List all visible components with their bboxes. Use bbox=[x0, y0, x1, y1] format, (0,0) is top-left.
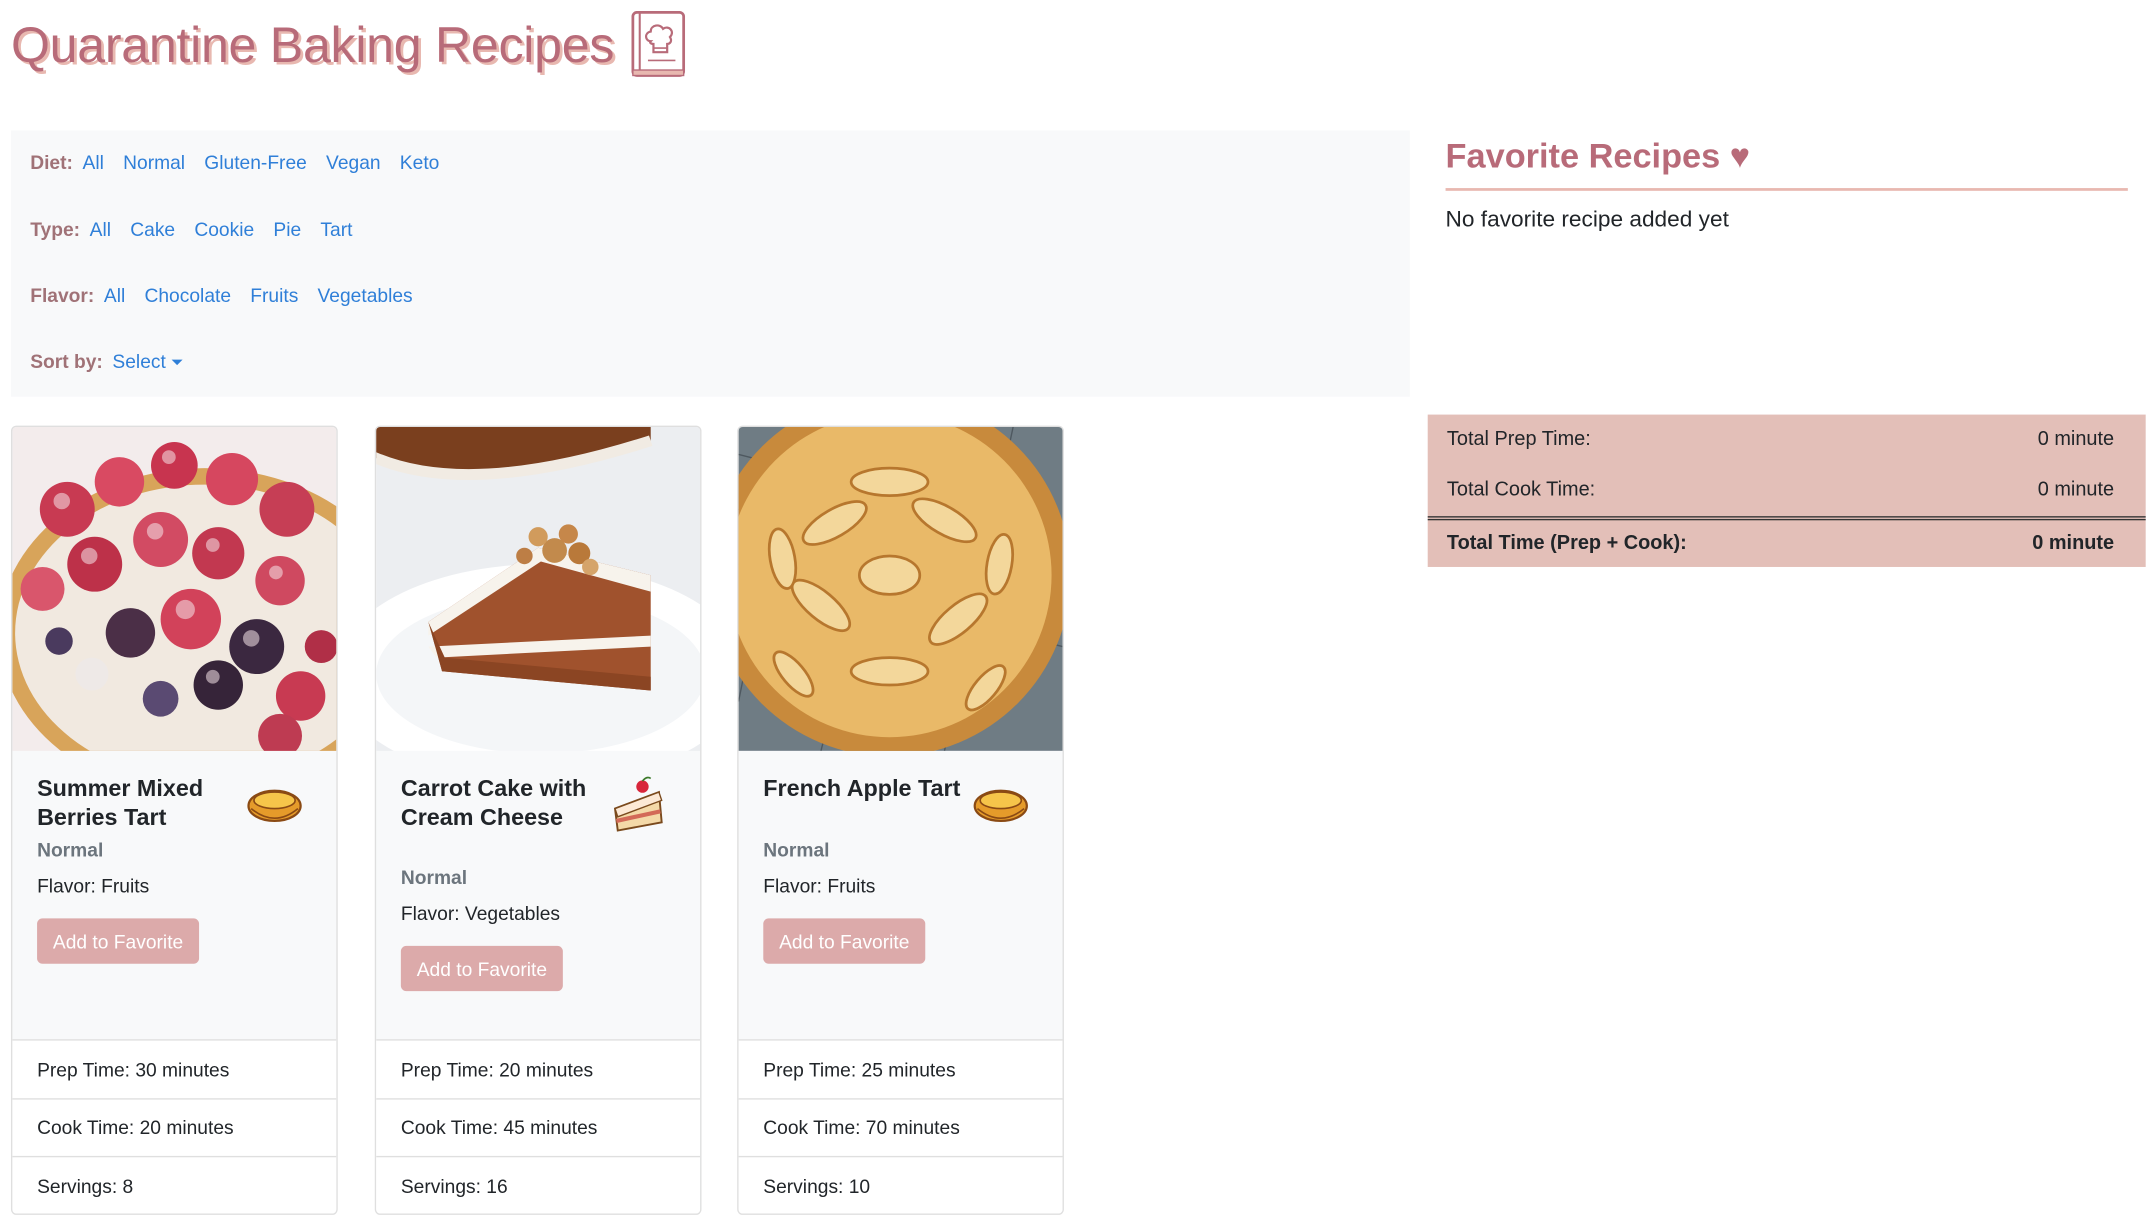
tart-icon bbox=[247, 789, 302, 823]
type-option-cake[interactable]: Cake bbox=[130, 218, 175, 240]
type-option-all[interactable]: All bbox=[90, 218, 111, 240]
recipe-diet: Normal bbox=[763, 838, 830, 861]
diet-filter: Diet: All Normal Gluten-Free Vegan Keto bbox=[30, 151, 458, 173]
add-to-favorite-button[interactable]: Add to Favorite bbox=[400, 945, 563, 992]
app-title-text: Quarantine Baking Recipes bbox=[10, 16, 615, 73]
type-filter-label: Type: bbox=[30, 218, 81, 241]
tart-icon bbox=[973, 789, 1028, 823]
recipe-servings: Servings: 10 bbox=[738, 1155, 1063, 1214]
recipe-diet: Normal bbox=[37, 838, 104, 861]
totals-divider bbox=[1427, 516, 2146, 521]
flavor-option-chocolate[interactable]: Chocolate bbox=[144, 284, 231, 306]
recipe-cook-time: Cook Time: 45 minutes bbox=[376, 1097, 701, 1156]
diet-option-gluten-free[interactable]: Gluten-Free bbox=[204, 151, 307, 173]
chef-cookbook-icon bbox=[631, 10, 686, 77]
cake-slice-icon bbox=[613, 776, 663, 832]
sort-control: Sort by: Select bbox=[30, 350, 201, 372]
diet-option-normal[interactable]: Normal bbox=[123, 151, 185, 173]
favorites-empty-message: No favorite recipe added yet bbox=[1445, 207, 1729, 233]
flavor-option-fruits[interactable]: Fruits bbox=[250, 284, 298, 306]
add-to-favorite-button[interactable]: Add to Favorite bbox=[37, 918, 200, 964]
total-cook-row: Total Cook Time: 0 minute bbox=[1447, 479, 2114, 501]
favorites-heading: Favorite Recipes ♥ bbox=[1445, 137, 2128, 191]
total-cook-value: 0 minute bbox=[2037, 479, 2115, 502]
recipe-prep-time: Prep Time: 20 minutes bbox=[376, 1039, 701, 1097]
diet-filter-label: Diet: bbox=[30, 151, 73, 173]
total-time-label: Total Time (Prep + Cook): bbox=[1446, 532, 1687, 555]
caret-down-icon bbox=[171, 360, 183, 366]
recipe-cook-time: Cook Time: 70 minutes bbox=[738, 1097, 1063, 1156]
sort-label: Sort by: bbox=[30, 350, 103, 373]
recipe-prep-time: Prep Time: 30 minutes bbox=[12, 1039, 337, 1097]
app-title: Quarantine Baking Recipes bbox=[10, 10, 688, 80]
recipe-flavor: Flavor: Fruits bbox=[37, 874, 150, 897]
recipe-details-list: Prep Time: 20 minutes Cook Time: 45 minu… bbox=[376, 1039, 701, 1214]
recipe-image-apple-tart bbox=[738, 426, 1063, 751]
recipe-card: Summer Mixed Berries Tart Normal Flavor:… bbox=[10, 425, 338, 1215]
recipe-servings: Servings: 16 bbox=[376, 1155, 701, 1214]
recipe-cook-time: Cook Time: 20 minutes bbox=[12, 1097, 337, 1156]
type-filter: Type: All Cake Cookie Pie Tart bbox=[30, 218, 371, 240]
sort-dropdown[interactable]: Select bbox=[112, 350, 183, 373]
recipe-title: Summer Mixed Berries Tart bbox=[37, 775, 204, 830]
add-to-favorite-button[interactable]: Add to Favorite bbox=[763, 918, 926, 964]
diet-option-all[interactable]: All bbox=[83, 151, 104, 173]
total-cook-label: Total Cook Time: bbox=[1446, 479, 1596, 502]
type-option-pie[interactable]: Pie bbox=[273, 218, 301, 240]
total-prep-value: 0 minute bbox=[2037, 428, 2115, 451]
recipe-card: Carrot Cake with Cream Cheese Normal Fla… bbox=[374, 425, 702, 1215]
flavor-filter-label: Flavor: bbox=[30, 284, 95, 307]
total-prep-label: Total Prep Time: bbox=[1446, 428, 1591, 451]
diet-option-keto[interactable]: Keto bbox=[400, 151, 440, 173]
flavor-option-vegetables[interactable]: Vegetables bbox=[318, 284, 413, 306]
total-time-row: Total Time (Prep + Cook): 0 minute bbox=[1447, 533, 2114, 555]
recipe-flavor: Flavor: Fruits bbox=[763, 874, 876, 897]
flavor-filter: Flavor: All Chocolate Fruits Vegetables bbox=[30, 284, 432, 306]
recipe-servings: Servings: 8 bbox=[12, 1155, 337, 1214]
recipe-details-list: Prep Time: 30 minutes Cook Time: 20 minu… bbox=[12, 1039, 337, 1214]
recipe-diet: Normal bbox=[400, 866, 468, 889]
total-time-value: 0 minute bbox=[2032, 532, 2115, 555]
recipe-image-carrot-cake bbox=[376, 426, 701, 751]
type-option-tart[interactable]: Tart bbox=[320, 218, 352, 240]
recipe-flavor: Flavor: Vegetables bbox=[400, 901, 561, 924]
total-prep-row: Total Prep Time: 0 minute bbox=[1447, 428, 2114, 450]
filter-panel: Diet: All Normal Gluten-Free Vegan Keto … bbox=[10, 130, 1410, 397]
recipe-title: French Apple Tart bbox=[763, 775, 961, 802]
type-option-cookie[interactable]: Cookie bbox=[194, 218, 254, 240]
flavor-option-all[interactable]: All bbox=[104, 284, 125, 306]
time-totals-table: Total Prep Time: 0 minute Total Cook Tim… bbox=[1427, 414, 2146, 567]
recipe-prep-time: Prep Time: 25 minutes bbox=[738, 1039, 1063, 1097]
recipe-image-berries-tart bbox=[12, 426, 337, 751]
recipe-details-list: Prep Time: 25 minutes Cook Time: 70 minu… bbox=[738, 1039, 1063, 1214]
sort-dropdown-value: Select bbox=[112, 350, 166, 373]
recipe-card: French Apple Tart Normal Flavor: Fruits … bbox=[737, 425, 1064, 1215]
diet-option-vegan[interactable]: Vegan bbox=[326, 151, 381, 173]
recipe-title: Carrot Cake with Cream Cheese bbox=[400, 775, 587, 830]
